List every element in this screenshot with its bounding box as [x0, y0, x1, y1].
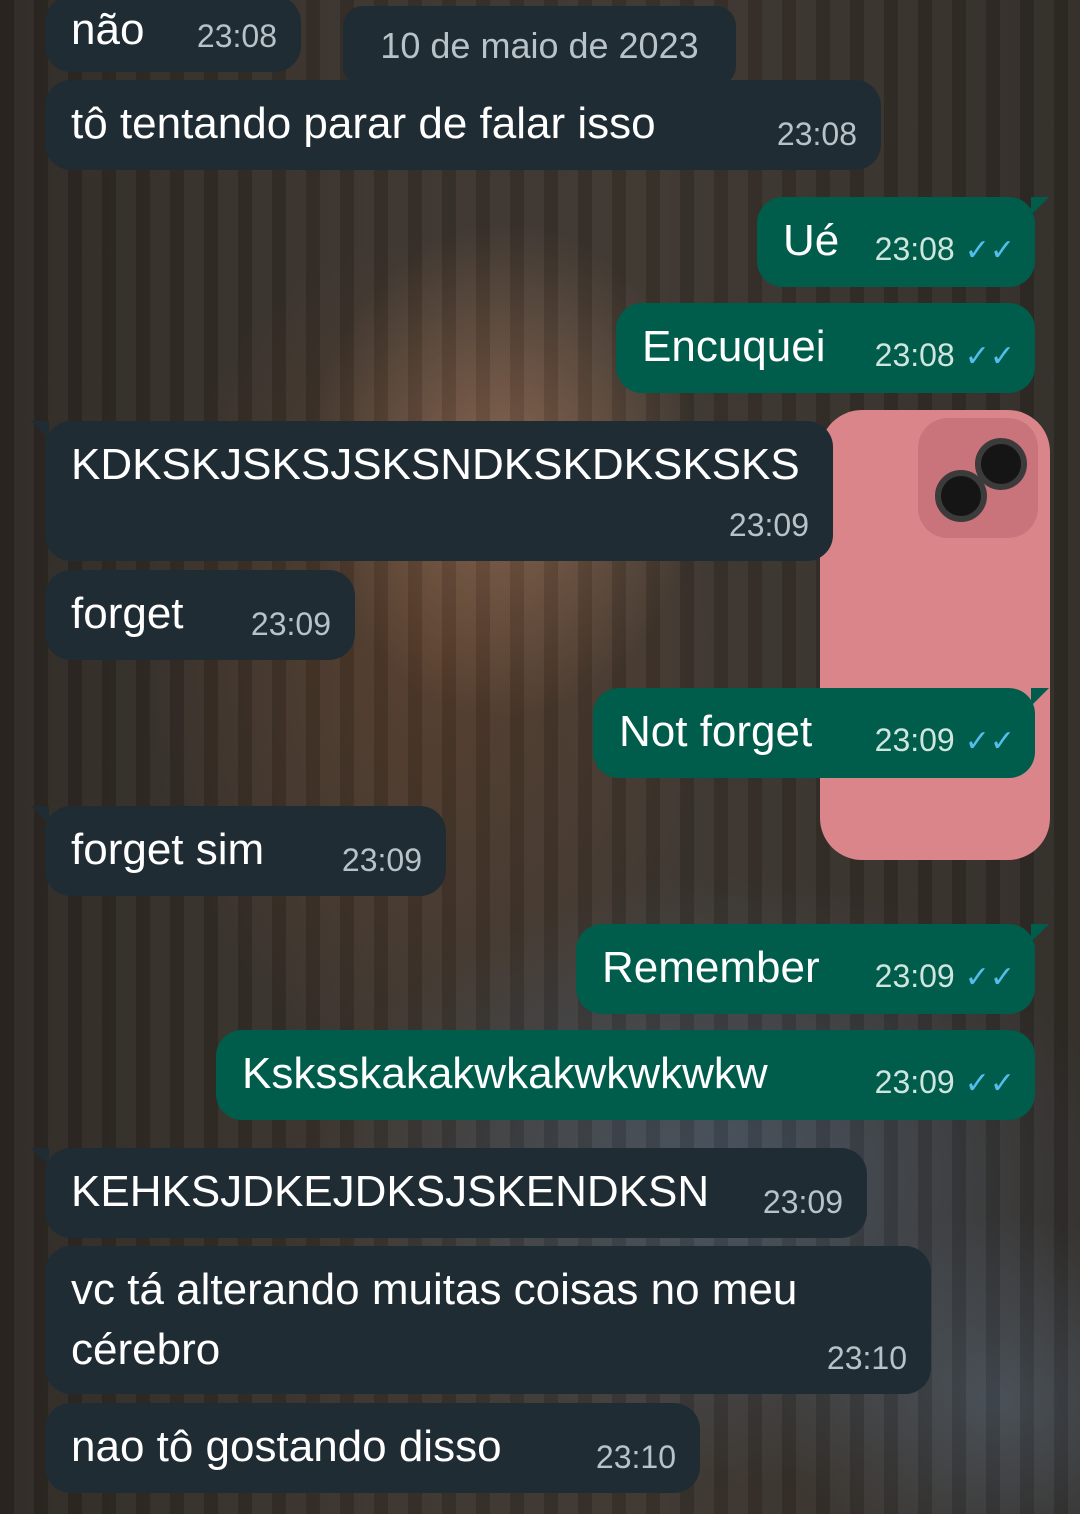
message-text: forget sim — [71, 825, 265, 874]
message-bubble-outgoing[interactable]: Ué 23:08 ✓✓ — [757, 197, 1049, 287]
read-receipt-icon: ✓✓ — [964, 234, 1015, 267]
message-time: 23:09 — [728, 507, 809, 543]
message-bubble-incoming[interactable]: tô tentando parar de falar isso 23:08 — [45, 80, 881, 170]
message-bubble-incoming[interactable]: KDKSKJSKSJSKSNDKSKDKSKSKS 23:09 — [31, 421, 833, 561]
message-time: 23:10 — [595, 1439, 676, 1475]
message-bubble-incoming[interactable]: forget 23:09 — [45, 570, 355, 660]
message-text: nao tô gostando disso — [71, 1422, 502, 1471]
message-bubble-incoming[interactable]: forget sim 23:09 — [31, 806, 446, 896]
message-text: tô tentando parar de falar isso — [71, 99, 656, 148]
message-time: 23:08 — [776, 116, 857, 152]
message-text: Encuquei — [642, 322, 826, 371]
message-time: 23:09 ✓✓ — [874, 958, 1015, 994]
message-time: 23:09 — [762, 1184, 843, 1220]
message-text: Remember — [602, 943, 820, 992]
message-text: KDKSKJSKSJSKSNDKSKDKSKSKS — [71, 440, 800, 489]
message-time: 23:10 — [826, 1340, 907, 1376]
wallpaper-phone-lens — [935, 470, 987, 522]
message-time: 23:08 ✓✓ — [874, 231, 1015, 267]
message-bubble-incoming[interactable]: KEHKSJDKEJDKSJSKENDKSN 23:09 — [31, 1148, 867, 1238]
message-text: forget — [71, 589, 184, 638]
read-receipt-icon: ✓✓ — [964, 961, 1015, 994]
message-time: 23:09 ✓✓ — [874, 722, 1015, 758]
message-text: KEHKSJDKEJDKSJSKENDKSN — [71, 1167, 710, 1216]
message-bubble-outgoing[interactable]: Encuquei 23:08 ✓✓ — [616, 303, 1035, 393]
read-receipt-icon: ✓✓ — [964, 725, 1015, 758]
message-time: 23:09 — [250, 606, 331, 642]
message-bubble-incoming[interactable]: nao tô gostando disso 23:10 — [45, 1403, 700, 1493]
read-receipt-icon: ✓✓ — [964, 1067, 1015, 1100]
message-text: Ksksskakakwkakwkwkwkw — [242, 1049, 768, 1098]
message-bubble-outgoing[interactable]: Not forget 23:09 ✓✓ — [593, 688, 1049, 778]
message-time: 23:09 — [341, 842, 422, 878]
message-text: vc tá alterando muitas coisas no meu cér… — [71, 1265, 798, 1374]
message-time: 23:09 ✓✓ — [874, 1064, 1015, 1100]
message-text: Ué — [783, 216, 840, 265]
message-bubble-outgoing[interactable]: Remember 23:09 ✓✓ — [576, 924, 1049, 1014]
date-separator: 10 de maio de 2023 — [343, 6, 736, 86]
message-text: Not forget — [619, 707, 813, 756]
message-bubble-incoming[interactable]: vc tá alterando muitas coisas no meu cér… — [45, 1246, 931, 1394]
message-time: 23:08 — [196, 18, 277, 54]
read-receipt-icon: ✓✓ — [964, 340, 1015, 373]
message-bubble-outgoing[interactable]: Ksksskakakwkakwkwkwkw 23:09 ✓✓ — [216, 1030, 1035, 1120]
message-time: 23:08 ✓✓ — [874, 337, 1015, 373]
message-bubble-incoming[interactable]: não 23:08 — [45, 0, 301, 72]
message-text: não — [71, 5, 145, 54]
